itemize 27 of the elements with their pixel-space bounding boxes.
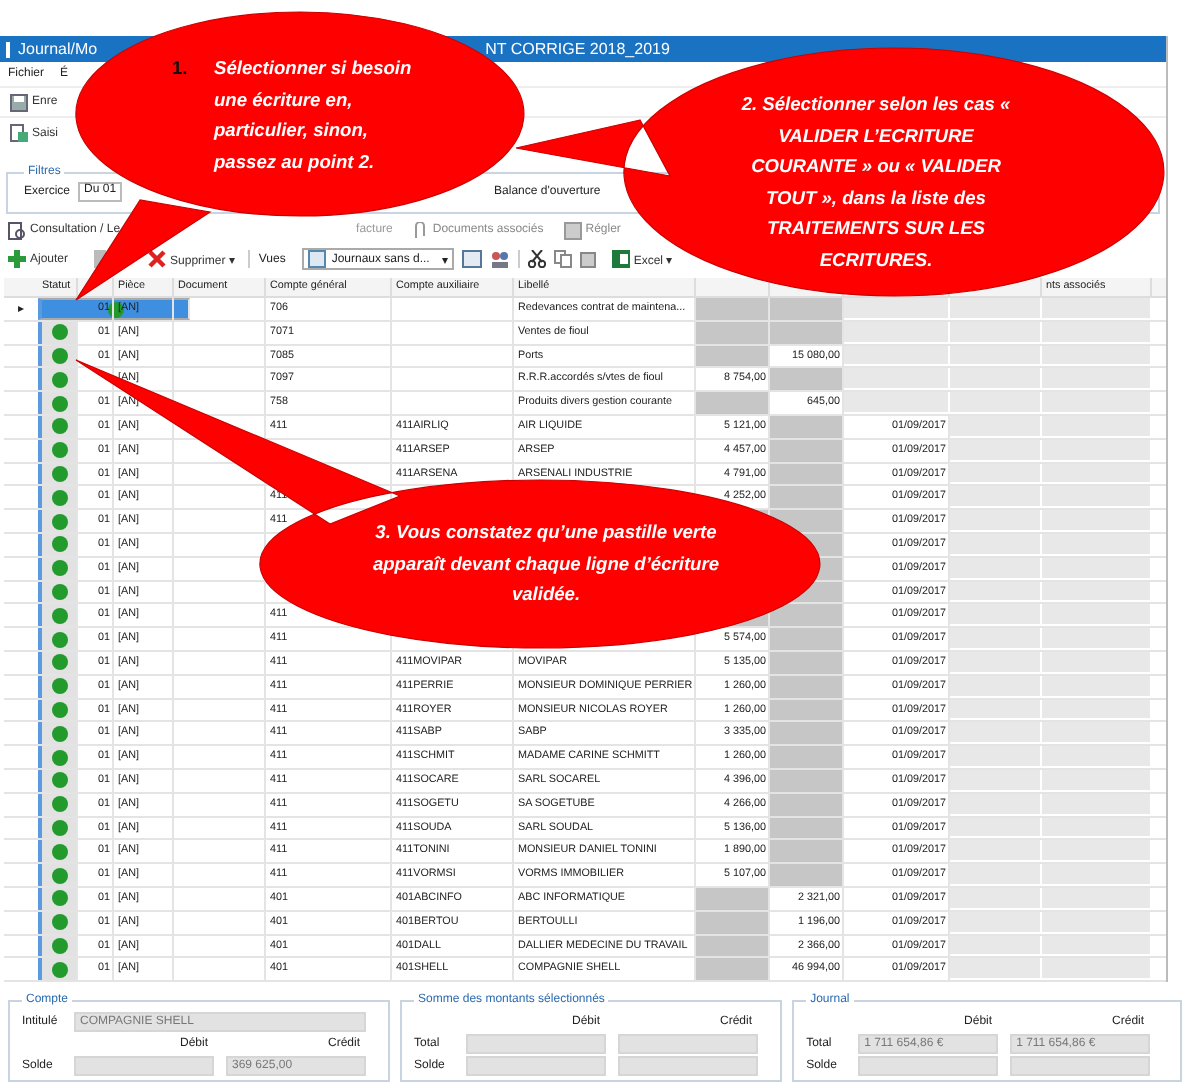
amount-field[interactable] [1010,1055,1151,1076]
grid-icon[interactable] [461,250,482,268]
amount-field[interactable] [74,1055,214,1076]
amount-field[interactable] [466,1055,607,1076]
window-title: NT CORRIGE 2018_2019 [485,40,670,58]
plus-icon [8,250,26,268]
amount-field[interactable] [466,1033,607,1054]
spreadsheet-icon [611,250,630,268]
document-icon [8,221,26,239]
amount-field[interactable] [858,1055,999,1076]
table-icon [307,250,326,268]
calculator-icon [563,221,582,239]
save-icon [10,93,28,111]
copy-icon[interactable] [553,250,572,268]
amount-field[interactable] [618,1055,759,1076]
people-icon[interactable] [489,250,510,268]
scissors-icon[interactable] [527,250,546,268]
document-icon [10,124,28,142]
close-icon [148,250,167,268]
callout-text: 3. Vous constatez qu’une pastille verte apparaît devant chaque ligne d’écriture validée. [370,520,722,608]
callout-text: Sélectionner si besoin une écriture en, particulier, sinon, passez au point 2. [214,56,414,176]
paperclip-icon [412,221,429,239]
step-number: 1. [172,56,188,82]
amount-field[interactable] [618,1033,759,1054]
window-title: Journal/Mo [18,40,98,58]
paste-icon[interactable] [579,250,598,268]
callout-text: 2. Sélectionner selon les cas « VALIDER L’ECRITURE COURANTE » ou « VALIDER TOUT », dans la liste des TRAITEMENTS SUR LES ECRITURES. [739,92,1013,273]
